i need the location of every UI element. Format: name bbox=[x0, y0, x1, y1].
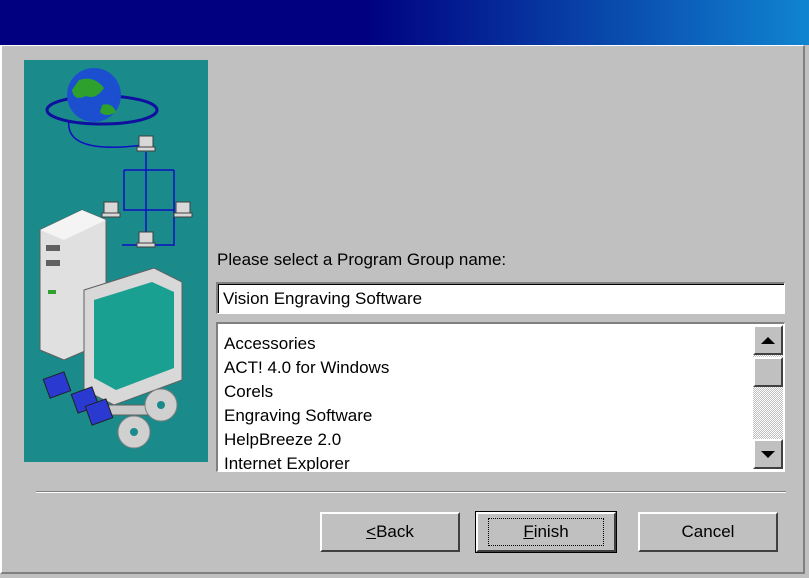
finish-button-label: Finish bbox=[488, 518, 604, 546]
list-item[interactable]: ACT! 4.0 for Windows bbox=[224, 356, 744, 380]
computer-network-icon bbox=[39, 68, 193, 449]
program-group-prompt: Please select a Program Group name: bbox=[217, 250, 507, 269]
finish-button[interactable]: Finish bbox=[475, 511, 617, 553]
list-item[interactable]: Corels bbox=[224, 380, 744, 404]
back-button-label: <Back bbox=[366, 522, 414, 541]
arrow-up-icon bbox=[761, 336, 775, 344]
list-item[interactable]: Accessories bbox=[224, 332, 744, 356]
button-separator bbox=[36, 491, 786, 493]
back-button[interactable]: <Back bbox=[320, 512, 460, 552]
program-group-list[interactable]: Accessories ACT! 4.0 for Windows Corels … bbox=[216, 322, 785, 472]
list-scrollbar[interactable] bbox=[753, 325, 783, 469]
program-group-name-input[interactable]: Vision Engraving Software bbox=[216, 282, 785, 314]
arrow-down-icon bbox=[761, 450, 775, 458]
list-item[interactable]: Engraving Software bbox=[224, 404, 744, 428]
title-bar[interactable] bbox=[0, 0, 809, 45]
list-item[interactable]: Internet Explorer bbox=[224, 452, 744, 471]
list-items: Accessories ACT! 4.0 for Windows Corels … bbox=[224, 332, 744, 471]
scroll-thumb[interactable] bbox=[753, 357, 783, 387]
scroll-up-button[interactable] bbox=[753, 325, 783, 355]
setup-illustration bbox=[24, 60, 208, 462]
list-item[interactable]: HelpBreeze 2.0 bbox=[224, 428, 744, 452]
scroll-down-button[interactable] bbox=[753, 439, 783, 469]
cancel-button[interactable]: Cancel bbox=[638, 512, 778, 552]
